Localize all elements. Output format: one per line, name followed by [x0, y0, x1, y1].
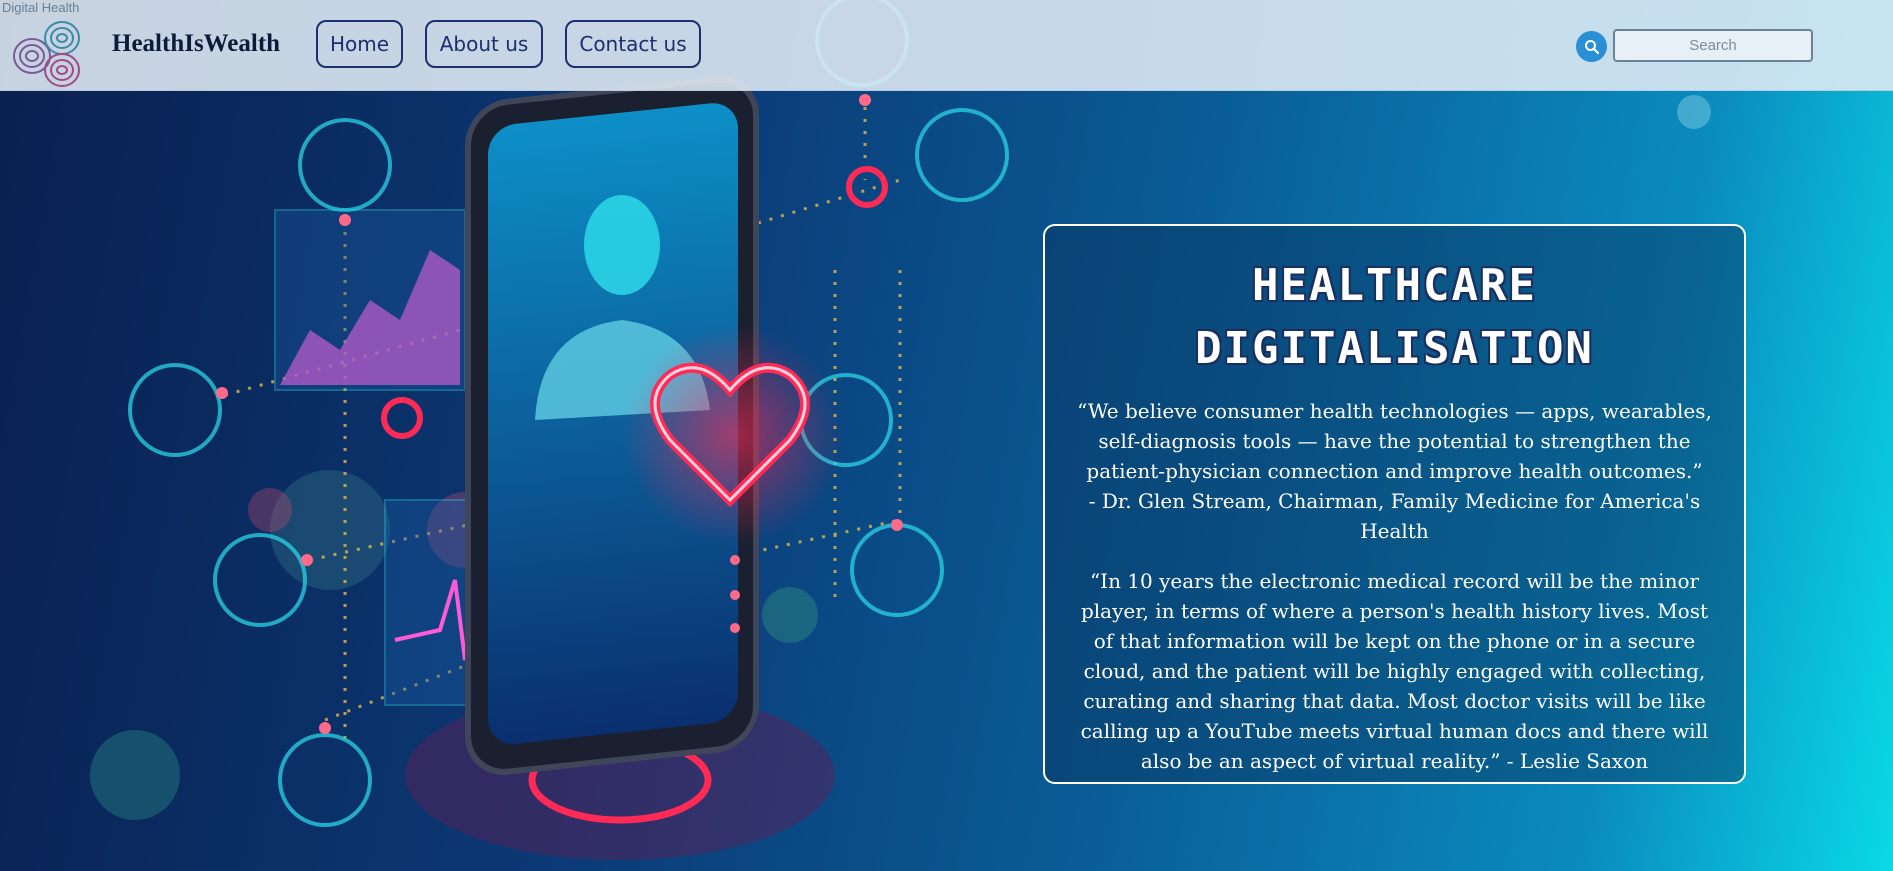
search-icon — [1584, 39, 1599, 54]
quote-2: “In 10 years the electronic medical reco… — [1075, 566, 1714, 776]
quote-2-text: “In 10 years the electronic medical reco… — [1080, 569, 1709, 773]
hero-title: HEALTHCARE DIGITALISATION — [1045, 254, 1744, 380]
quote-1-author: - Dr. Glen Stream, Chairman, Family Medi… — [1088, 489, 1701, 543]
site-tagline: Digital Health — [2, 0, 80, 15]
quote-card: HEALTHCARE DIGITALISATION “We believe co… — [1043, 224, 1746, 784]
top-navbar: Digital Health HealthIsWealth Home About… — [0, 0, 1893, 91]
brand-name[interactable]: HealthIsWealth — [112, 30, 280, 58]
search-input[interactable] — [1613, 29, 1813, 62]
hero-title-line1: HEALTHCARE — [1252, 260, 1537, 311]
nav-home-button[interactable]: Home — [316, 20, 403, 68]
search-button[interactable] — [1576, 31, 1607, 62]
hero-title-line2: DIGITALISATION — [1195, 323, 1594, 374]
quote-1: “We believe consumer health technologies… — [1075, 396, 1714, 546]
nav-about-button[interactable]: About us — [425, 20, 543, 68]
quote-1-text: “We believe consumer health technologies… — [1077, 399, 1712, 483]
nav-contact-button[interactable]: Contact us — [565, 20, 701, 68]
fingerprint-logo-icon[interactable] — [10, 18, 92, 90]
